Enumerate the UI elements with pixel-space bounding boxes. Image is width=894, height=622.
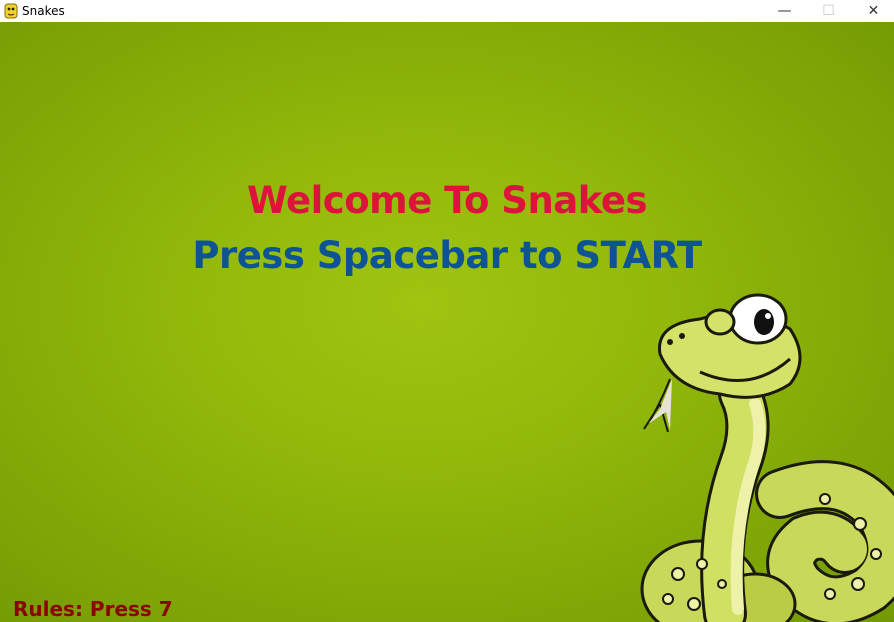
minimize-icon: — xyxy=(777,3,792,19)
game-canvas[interactable]: Welcome To Snakes Press Spacebar to STAR… xyxy=(0,22,894,622)
start-prompt: Press Spacebar to START xyxy=(192,234,702,277)
python-app-icon xyxy=(3,3,19,19)
welcome-title: Welcome To Snakes xyxy=(247,179,647,222)
maximize-button[interactable]: ☐ xyxy=(806,0,851,22)
maximize-icon: ☐ xyxy=(822,3,835,19)
snake-mascot xyxy=(640,293,894,622)
rules-hint: Rules: Press 7 xyxy=(13,597,173,621)
close-button[interactable]: ✕ xyxy=(851,0,894,22)
window-title: Snakes xyxy=(22,4,65,18)
title-bar: Snakes — ☐ ✕ xyxy=(0,0,894,22)
minimize-button[interactable]: — xyxy=(762,0,807,22)
close-icon: ✕ xyxy=(867,3,880,19)
